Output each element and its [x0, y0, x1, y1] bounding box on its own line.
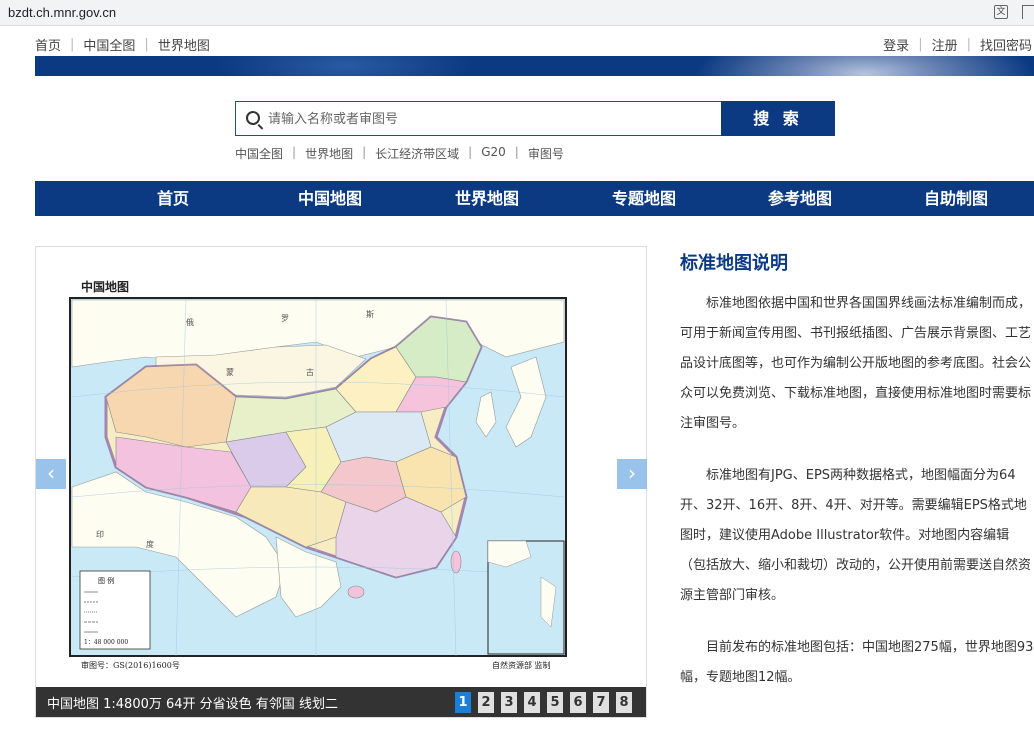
divider: | — [292, 145, 297, 159]
divider: | — [514, 145, 519, 159]
description-title: 标准地图说明 — [680, 253, 788, 274]
description-paragraph: 标准地图依据中国和世界各国国界线画法标准编制而成，可用于新闻宣传用图、书刊报纸插… — [680, 296, 1032, 431]
search-input[interactable] — [268, 108, 708, 130]
search-button[interactable]: 搜 索 — [721, 101, 835, 136]
nav-self-mapping[interactable]: 自助制图 — [924, 181, 988, 216]
description-paragraph: 目前发布的标准地图包括：中国地图275幅，世界地图93幅，专题地图12幅。 — [680, 640, 1034, 685]
divider: | — [966, 37, 971, 52]
quick-links: 中国全图 | 世界地图 | 长江经济带区域 | G20 | 审图号 — [235, 145, 564, 162]
standard-map-description: 标准地图说明 标准地图依据中国和世界各国国界线画法标准编制而成，可用于新闻宣传用… — [680, 249, 1034, 715]
description-paragraph: 标准地图有JPG、EPS两种数据格式，地图幅面分为64开、32开、16开、8开、… — [680, 468, 1032, 603]
header-banner — [35, 56, 1034, 76]
page-button[interactable]: 1 — [455, 692, 471, 713]
nav-world-map[interactable]: 世界地图 — [455, 181, 519, 216]
main-nav: 首页 中国地图 世界地图 专题地图 参考地图 自助制图 — [35, 181, 1034, 216]
nav-home[interactable]: 首页 — [157, 181, 189, 216]
map-slider: 中国地图 俄 罗 斯 蒙 古 印 度 图 例 1：48 000 000 审图号：… — [35, 246, 647, 718]
slide-pager: 1 2 3 4 5 6 7 8 — [455, 692, 639, 713]
extension-icon[interactable] — [1022, 5, 1034, 19]
nav-china-map[interactable]: 中国地图 — [298, 181, 362, 216]
top-link-home[interactable]: 首页 — [35, 35, 61, 54]
page-button[interactable]: 3 — [501, 692, 517, 713]
quick-link-world[interactable]: 世界地图 — [305, 145, 353, 162]
slide-caption-bar: 中国地图 1:4800万 64开 分省设色 有邻国 线划二 1 2 3 4 5 … — [36, 687, 646, 717]
map-image[interactable]: 中国地图 俄 罗 斯 蒙 古 印 度 图 例 1：48 000 000 审图号：… — [36, 247, 646, 687]
map-label: 俄 — [186, 317, 194, 327]
map-title: 中国地图 — [81, 279, 129, 294]
divider: | — [144, 37, 149, 52]
nav-thematic-map[interactable]: 专题地图 — [612, 181, 676, 216]
slide-caption: 中国地图 1:4800万 64开 分省设色 有邻国 线划二 — [47, 697, 338, 712]
divider: | — [918, 37, 923, 52]
map-label: 古 — [306, 367, 314, 377]
legend-title: 图 例 — [98, 576, 114, 585]
next-slide-arrow[interactable]: › — [617, 459, 647, 489]
nav-reference-map[interactable]: 参考地图 — [768, 181, 832, 216]
map-scale: 1：48 000 000 — [84, 639, 128, 646]
quick-link-approval-no[interactable]: 审图号 — [528, 145, 564, 162]
quick-link-china[interactable]: 中国全图 — [235, 145, 283, 162]
search-icon — [246, 111, 260, 125]
page-button[interactable]: 5 — [547, 692, 563, 713]
top-link-china-map[interactable]: 中国全图 — [83, 35, 135, 54]
page-button[interactable]: 4 — [524, 692, 540, 713]
search-bar: 搜 索 — [235, 101, 835, 136]
page-button[interactable]: 6 — [570, 692, 586, 713]
divider: | — [362, 145, 367, 159]
map-label: 印 — [96, 530, 104, 539]
map-approval-number: 审图号：GS(2016)1600号 — [81, 660, 180, 670]
quick-link-yangtze[interactable]: 长江经济带区域 — [375, 145, 459, 162]
register-link[interactable]: 注册 — [932, 35, 958, 54]
map-label: 罗 — [281, 314, 289, 323]
map-label: 度 — [146, 539, 154, 549]
translate-icon[interactable]: 文 — [994, 5, 1008, 19]
top-links-right: 登录 | 注册 | 找回密码 — [883, 35, 1032, 54]
page-button[interactable]: 2 — [478, 692, 494, 713]
page-button[interactable]: 7 — [593, 692, 609, 713]
banner-globe-decoration — [695, 56, 1034, 76]
top-links-left: 首页 | 中国全图 | 世界地图 — [35, 35, 210, 54]
banner-decoration — [215, 56, 475, 76]
url-text[interactable]: bzdt.ch.mnr.gov.cn — [8, 5, 116, 20]
china-map-illustration: 中国地图 俄 罗 斯 蒙 古 印 度 图 例 1：48 000 000 审图号：… — [36, 247, 646, 687]
browser-url-bar[interactable]: bzdt.ch.mnr.gov.cn 文 — [0, 0, 1034, 26]
top-utility-nav: 首页 | 中国全图 | 世界地图 登录 | 注册 | 找回密码 — [0, 30, 1034, 56]
divider: | — [468, 145, 473, 159]
quick-link-g20[interactable]: G20 — [481, 145, 506, 162]
search-box — [235, 101, 721, 136]
page-button[interactable]: 8 — [616, 692, 632, 713]
prev-slide-arrow[interactable]: ‹ — [36, 459, 66, 489]
divider: | — [70, 37, 75, 52]
map-legend — [79, 570, 151, 650]
recover-password-link[interactable]: 找回密码 — [980, 35, 1032, 54]
map-supervisor: 自然资源部 监制 — [492, 660, 551, 670]
map-label: 斯 — [366, 309, 374, 319]
map-label: 蒙 — [226, 367, 234, 377]
top-link-world-map[interactable]: 世界地图 — [158, 35, 210, 54]
login-link[interactable]: 登录 — [883, 35, 909, 54]
